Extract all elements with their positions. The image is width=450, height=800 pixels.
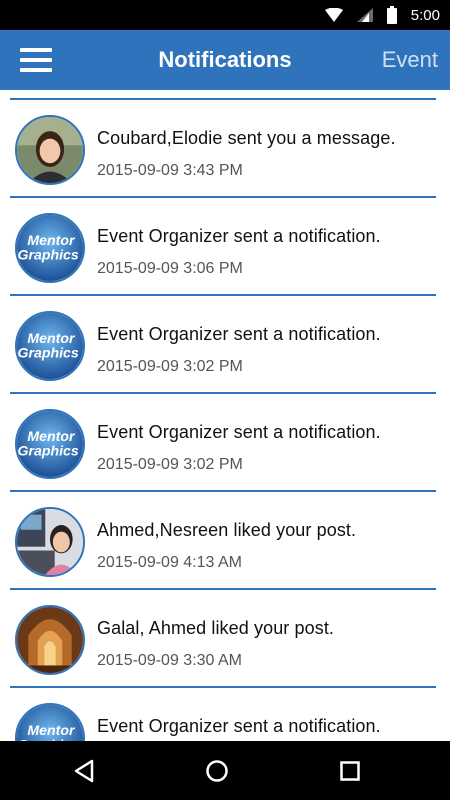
notification-message: Galal, Ahmed liked your post.: [97, 618, 335, 638]
notification-timestamp: 2015-09-09 3:30 AM: [97, 652, 242, 669]
notification-item[interactable]: Mentor Graphics Event Organizer sent a n…: [0, 688, 450, 741]
notification-message: Coubard,Elodie sent you a message.: [97, 128, 396, 148]
battery-icon: [386, 6, 397, 24]
notification-timestamp: 2015-09-09 4:13 AM: [97, 554, 242, 571]
avatar: [15, 507, 85, 577]
back-icon[interactable]: [54, 741, 114, 800]
mentor-graphics-logo: Mentor Graphics: [17, 215, 83, 281]
home-icon[interactable]: [187, 741, 247, 800]
notification-timestamp: 2015-09-09 3:06 PM: [97, 260, 243, 277]
svg-text:Graphics: Graphics: [17, 344, 78, 360]
clock: 5:00: [410, 6, 440, 24]
system-nav-bar: [0, 741, 450, 800]
notification-message: Event Organizer sent a notification.: [97, 716, 381, 736]
notification-list[interactable]: Coubard,Elodie sent you a message. 2015-…: [0, 90, 450, 741]
notification-item[interactable]: Galal, Ahmed liked your post. 2015-09-09…: [0, 590, 450, 686]
svg-text:Graphics: Graphics: [17, 442, 78, 458]
notification-item[interactable]: Ahmed,Nesreen liked your post. 2015-09-0…: [0, 492, 450, 588]
notification-message: Event Organizer sent a notification.: [97, 422, 381, 442]
notification-item[interactable]: Coubard,Elodie sent you a message. 2015-…: [0, 100, 450, 196]
notification-timestamp: 2015-09-09 3:43 PM: [97, 162, 243, 179]
signal-icon: [356, 8, 373, 22]
avatar: [15, 115, 85, 185]
status-bar: 5:00: [0, 0, 450, 30]
event-button[interactable]: Event: [382, 30, 438, 90]
wifi-icon: [324, 8, 343, 22]
mentor-graphics-logo: Mentor Graphics: [17, 411, 83, 477]
photo-mosque-interior: [17, 607, 83, 673]
mentor-graphics-logo: Mentor Graphics: [17, 705, 83, 741]
avatar: Mentor Graphics: [15, 311, 85, 381]
notification-message: Event Organizer sent a notification.: [97, 324, 381, 344]
photo-woman-desk: [17, 509, 83, 575]
avatar: [15, 605, 85, 675]
recents-icon[interactable]: [320, 741, 380, 800]
notification-timestamp: 2015-09-09 3:02 PM: [97, 456, 243, 473]
svg-text:Graphics: Graphics: [17, 246, 78, 262]
app-bar: Notifications Event: [0, 30, 450, 90]
notification-message: Ahmed,Nesreen liked your post.: [97, 520, 357, 540]
notification-item[interactable]: Mentor Graphics Event Organizer sent a n…: [0, 394, 450, 490]
notification-message: Event Organizer sent a notification.: [97, 226, 381, 246]
avatar: Mentor Graphics: [15, 409, 85, 479]
photo-woman: [17, 117, 83, 183]
notification-item[interactable]: Mentor Graphics Event Organizer sent a n…: [0, 198, 450, 294]
notification-item[interactable]: Mentor Graphics Event Organizer sent a n…: [0, 296, 450, 392]
mentor-graphics-logo: Mentor Graphics: [17, 313, 83, 379]
avatar: Mentor Graphics: [15, 213, 85, 283]
hamburger-menu-icon[interactable]: [20, 48, 52, 72]
notification-timestamp: 2015-09-09 3:02 PM: [97, 358, 243, 375]
avatar: Mentor Graphics: [15, 703, 85, 741]
